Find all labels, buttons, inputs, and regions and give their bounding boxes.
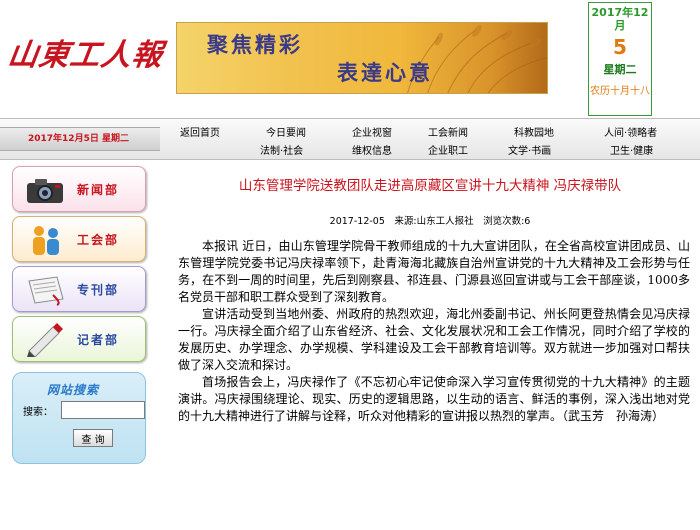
sidebar-item-union[interactable]: 工会部 [12,216,146,262]
sidebar-item-reporters[interactable]: 记者部 [12,316,146,362]
banner-slogan-2: 表達心意 [337,60,433,85]
nav-link-literature[interactable]: 文学·书画 [508,142,551,157]
header-banner: 聚焦精彩 表達心意 [176,22,548,94]
article: 山东管理学院送教团队走进高原藏区宣讲十九大精神 冯庆禄带队 2017-12-05… [170,160,695,530]
calendar-box: 2017年12月 5 星期二 农历十月十八 [588,2,652,116]
nav-link-health[interactable]: 卫生·健康 [610,142,653,157]
search-title: 网站搜索 [47,383,100,397]
calendar-weekday: 星期二 [603,63,637,76]
article-body: 本报讯 近日，由山东管理学院骨干教师组成的十九大宣讲团队，在全省高校宣讲团成员、… [178,238,690,425]
nav-link-home[interactable]: 返回首页 [180,124,220,139]
page-header: 山東工人報 聚焦精彩 表達心意 2017年12月 5 星期二 农历十月十八 [0,0,700,118]
calendar-day: 5 [613,35,627,59]
article-title: 山东管理学院送教团队走进高原藏区宣讲十九大精神 冯庆禄带队 [238,178,622,194]
nav-link-headlines[interactable]: 今日要闻 [266,124,306,139]
search-button[interactable]: 查 询 [73,429,113,447]
nav-date: 2017年12月5日 星期二 [0,127,160,151]
sidebar-item-label: 工会部 [77,233,120,247]
people-icon [33,226,59,255]
search-input[interactable] [61,401,145,419]
search-label: 搜索： [23,407,53,418]
banner-slogan-1: 聚焦精彩 [207,32,303,57]
sidebar-item-label: 新闻部 [77,183,120,197]
newspaper-logo[interactable]: 山東工人報 [4,30,171,80]
nav-links: 返回首页 今日要闻 法制·社会 企业视窗 维权信息 工会新闻 企业职工 科教园地… [170,122,700,158]
sidebar-item-label: 专刊部 [77,283,120,297]
nav-link-science[interactable]: 科教园地 [514,124,554,139]
article-paragraph: 首场报告会上，冯庆禄作了《不忘初心牢记使命深入学习宣传贯彻党的十九大精神》的主题… [178,375,690,423]
nav-bar: 2017年12月5日 星期二 返回首页 今日要闻 法制·社会 企业视窗 维权信息… [0,118,700,160]
nav-link-union-news[interactable]: 工会新闻 [428,124,468,139]
calendar-year-month: 2017年12月 [591,6,649,32]
pen-icon [27,323,63,357]
calendar-lunar: 农历十月十八 [590,86,650,97]
sidebar-item-news[interactable]: 新闻部 [12,166,146,212]
article-paragraph: 本报讯 近日，由山东管理学院骨干教师组成的十九大宣讲团队，在全省高校宣讲团成员、… [178,239,690,304]
sidebar: 新闻部 工会部 专刊部 记者部 网站搜索 搜索： 查 询 [0,160,160,530]
nav-link-people[interactable]: 人间·领略者 [604,124,657,139]
sidebar-item-special[interactable]: 专刊部 [12,266,146,312]
nav-link-rights[interactable]: 维权信息 [352,142,392,157]
article-paragraph: 宣讲活动受到当地州委、州政府的热烈欢迎，海北州委副书记、州长阿更登热情会见冯庆禄… [178,307,690,372]
scroll-icon [28,276,64,306]
article-meta: 2017-12-05 来源:山东工人报社 浏览次数:6 [329,216,531,227]
site-search-panel: 网站搜索 搜索： 查 询 [12,372,146,464]
camera-icon [27,179,63,203]
sidebar-item-label: 记者部 [77,333,120,347]
nav-link-law-society[interactable]: 法制·社会 [260,142,303,157]
nav-link-workers[interactable]: 企业职工 [428,142,468,157]
nav-link-enterprise[interactable]: 企业视窗 [352,124,392,139]
